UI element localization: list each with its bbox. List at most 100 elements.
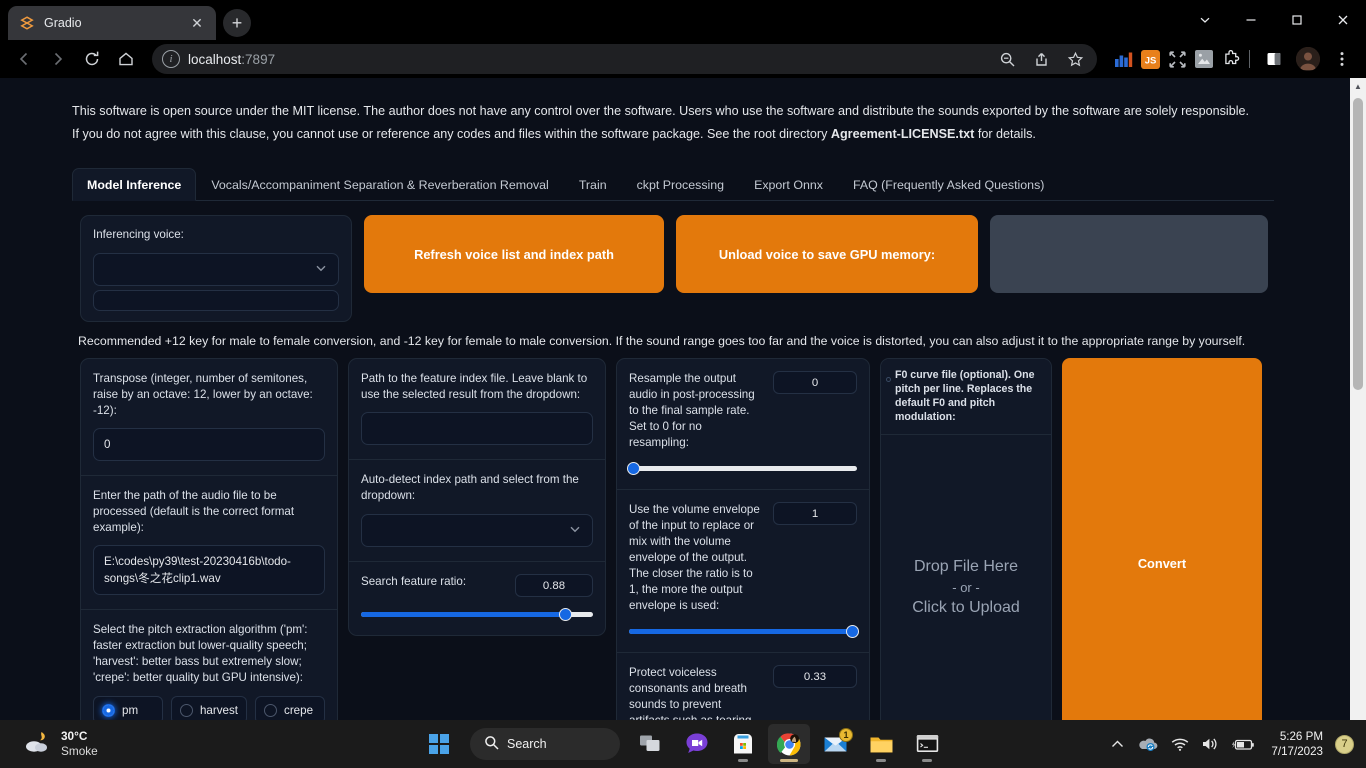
- expand-arrows-extension-icon[interactable]: [1167, 49, 1187, 69]
- protect-block: Protect voiceless consonants and breath …: [617, 652, 869, 720]
- address-bar[interactable]: i localhost:7897: [152, 44, 1097, 74]
- feature-index-path-label: Path to the feature index file. Leave bl…: [361, 372, 588, 401]
- tab-faq[interactable]: FAQ (Frequently Asked Questions): [838, 168, 1059, 200]
- search-feature-ratio-value[interactable]: 0.88: [515, 574, 593, 597]
- scrollbar-thumb[interactable]: [1353, 98, 1363, 390]
- home-icon[interactable]: [110, 43, 142, 75]
- slider-fill: [629, 629, 853, 634]
- close-window-button[interactable]: [1320, 0, 1366, 40]
- scroll-up-arrow-icon[interactable]: ▲: [1350, 78, 1366, 95]
- inferencing-voice-label: Inferencing voice:: [93, 228, 184, 241]
- share-icon[interactable]: [1025, 43, 1057, 75]
- tab-train[interactable]: Train: [564, 168, 622, 200]
- audio-path-input[interactable]: E:\codes\py39\test-20230416b\todo-songs\…: [93, 545, 325, 595]
- inferencing-voice-select[interactable]: [93, 253, 339, 286]
- empty-panel: [990, 215, 1268, 293]
- volume-envelope-value[interactable]: 1: [773, 502, 857, 525]
- new-tab-button[interactable]: +: [223, 9, 251, 37]
- slider-thumb[interactable]: [627, 462, 641, 475]
- transpose-input[interactable]: 0: [93, 428, 325, 461]
- puzzle-extensions-icon[interactable]: [1221, 49, 1241, 69]
- terminal-icon[interactable]: [906, 724, 948, 764]
- reload-icon[interactable]: [76, 43, 108, 75]
- search-page-icon[interactable]: [991, 43, 1023, 75]
- resample-row: Resample the output audio in post-proces…: [629, 371, 857, 451]
- arrow-left-icon[interactable]: [8, 43, 40, 75]
- star-icon[interactable]: [1059, 43, 1091, 75]
- feature-index-path-input[interactable]: [361, 412, 593, 445]
- maximize-button[interactable]: [1274, 0, 1320, 40]
- inferencing-voice-panel: Inferencing voice:: [80, 215, 352, 322]
- slider-track: [629, 466, 857, 471]
- tab-model-inference[interactable]: Model Inference: [72, 168, 197, 201]
- browser-window: Gradio ✕ + i localhost:7897 JS This soft…: [0, 0, 1366, 720]
- browser-tab-gradio[interactable]: Gradio ✕: [8, 6, 216, 40]
- image-extension-icon[interactable]: [1194, 49, 1214, 69]
- three-dot-menu-icon[interactable]: [1326, 43, 1358, 75]
- google-chrome-icon[interactable]: [768, 724, 810, 764]
- radio-pm-label: pm: [122, 703, 139, 717]
- task-view-icon[interactable]: [630, 724, 672, 764]
- slider-thumb[interactable]: [558, 608, 572, 621]
- radio-pm[interactable]: pm: [93, 696, 163, 720]
- f0-curve-upload-card[interactable]: F0 curve file (optional). One pitch per …: [880, 358, 1052, 720]
- chevron-down-icon[interactable]: [1182, 0, 1228, 40]
- tab-strip: Gradio ✕ +: [0, 0, 1366, 40]
- windows-start-icon[interactable]: [418, 724, 460, 764]
- refresh-voice-list-button[interactable]: Refresh voice list and index path: [364, 215, 664, 293]
- resample-value[interactable]: 0: [773, 371, 857, 394]
- f0-curve-dropzone[interactable]: Drop File Here - or - Click to Upload: [881, 435, 1051, 720]
- column-output-processing: Resample the output audio in post-proces…: [616, 358, 870, 720]
- extension-icons: JS: [1107, 49, 1241, 69]
- click-to-upload-text[interactable]: Click to Upload: [912, 599, 1020, 617]
- mail-badge: 1: [839, 728, 853, 742]
- radio-crepe-label: crepe: [284, 703, 314, 717]
- radio-dot-icon: [102, 703, 115, 717]
- mail-icon[interactable]: 1: [814, 724, 856, 764]
- window-controls: [1182, 0, 1366, 40]
- address-bar-url: localhost:7897: [188, 51, 276, 67]
- license-notice-line2: If you do not agree with this clause, yo…: [72, 127, 1036, 141]
- auto-detect-index-select[interactable]: [361, 514, 593, 547]
- javascript-extension-icon[interactable]: JS: [1140, 49, 1160, 69]
- tab-export-onnx[interactable]: Export Onnx: [739, 168, 838, 200]
- taskbar-search-box[interactable]: Search: [470, 728, 620, 760]
- protect-value[interactable]: 0.33: [773, 665, 857, 688]
- page-viewport: This software is open source under the M…: [0, 78, 1366, 720]
- site-info-icon[interactable]: i: [162, 50, 180, 68]
- resample-slider[interactable]: [627, 462, 857, 475]
- slider-thumb[interactable]: [845, 625, 859, 638]
- slider-fill: [361, 612, 566, 617]
- inferencing-voice-dropdown-list[interactable]: [93, 290, 339, 311]
- or-text: - or -: [952, 579, 980, 595]
- arrow-right-icon[interactable]: [42, 43, 74, 75]
- search-feature-ratio-block: Search feature ratio: 0.88: [349, 561, 605, 635]
- minimize-button[interactable]: [1228, 0, 1274, 40]
- microsoft-store-icon[interactable]: [722, 724, 764, 764]
- parameter-columns: Transpose (integer, number of semitones,…: [80, 358, 1280, 720]
- split-view-icon[interactable]: [1258, 43, 1290, 75]
- volume-envelope-slider[interactable]: [629, 625, 859, 638]
- top-controls-row: Inferencing voice: Refresh voice list an…: [80, 215, 1270, 322]
- file-explorer-icon[interactable]: [860, 724, 902, 764]
- upload-marker-dot-icon: [886, 377, 891, 382]
- convert-button[interactable]: Convert: [1062, 358, 1262, 720]
- tab-ckpt-processing[interactable]: ckpt Processing: [622, 168, 739, 200]
- radio-harvest[interactable]: harvest: [170, 696, 248, 720]
- volume-envelope-row: Use the volume envelope of the input to …: [629, 502, 857, 614]
- close-icon[interactable]: ✕: [188, 14, 206, 32]
- page-scrollbar[interactable]: ▲: [1350, 78, 1366, 720]
- browser-toolbar: i localhost:7897 JS: [0, 40, 1366, 78]
- browser-tab-title: Gradio: [44, 16, 82, 30]
- search-feature-ratio-slider[interactable]: [361, 608, 593, 621]
- chat-video-icon[interactable]: [676, 724, 718, 764]
- radio-crepe[interactable]: crepe: [255, 696, 325, 720]
- bar-chart-extension-icon[interactable]: [1113, 49, 1133, 69]
- profile-avatar[interactable]: [1292, 43, 1324, 75]
- license-notice: This software is open source under the M…: [0, 100, 1366, 146]
- search-icon: [484, 735, 499, 753]
- tab-vocals-separation[interactable]: Vocals/Accompaniment Separation & Reverb…: [196, 168, 563, 200]
- unload-voice-button[interactable]: Unload voice to save GPU memory:: [676, 215, 978, 293]
- protect-row: Protect voiceless consonants and breath …: [629, 665, 857, 720]
- transpose-block: Transpose (integer, number of semitones,…: [81, 359, 337, 475]
